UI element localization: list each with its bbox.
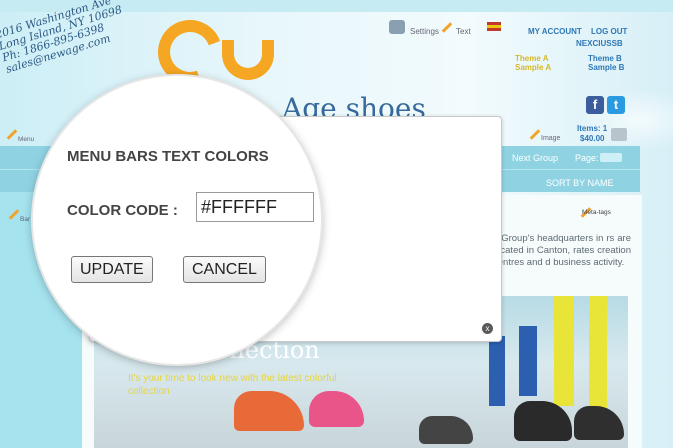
menu-edit-link[interactable]: Menu [18,136,34,143]
meta-tags-link[interactable]: Meta-tags [582,209,611,216]
page-input[interactable] [600,153,622,162]
next-group-link[interactable]: Next Group [512,153,558,163]
text-link[interactable]: Text [456,27,471,36]
settings-link[interactable]: Settings [410,27,439,36]
theme-a-sample[interactable]: Sample A [515,63,551,72]
banner-tagline: It's your time to look new with the late… [128,373,337,397]
image-link[interactable]: Image [541,135,560,142]
color-code-input[interactable] [196,192,314,222]
dialog-title: MENU BARS TEXT COLORS [67,148,269,165]
banner-figure [589,296,607,416]
theme-a-link[interactable]: Theme A [515,54,549,63]
theme-b-link[interactable]: Theme B [588,54,622,63]
flag-icon[interactable] [487,22,501,31]
color-code-label: COLOR CODE : [67,202,178,219]
banner-shoe [419,416,473,444]
theme-b-sample[interactable]: Sample B [588,63,624,72]
banner-shoe [574,406,624,440]
twitter-icon[interactable]: t [607,96,625,114]
about-paragraph: e Group's headquarters in rs are located… [493,233,631,268]
sort-by-control[interactable]: SORT BY NAME [546,178,614,188]
magnifier-lens: MENU BARS TEXT COLORS COLOR CODE : UPDAT… [33,76,321,364]
banner-shoe [514,401,572,441]
facebook-icon[interactable]: f [586,96,604,114]
log-out-link[interactable]: LOG OUT [591,27,627,36]
close-icon[interactable]: x [482,323,493,334]
cart-icon[interactable] [611,128,627,141]
username: NEXCIUSSB [576,39,623,48]
banner-figure [554,296,574,406]
cart-items-count: Items: 1 [577,124,608,133]
cancel-button[interactable]: CANCEL [183,256,266,283]
my-account-link[interactable]: MY ACCOUNT [528,27,582,36]
banner-figure [489,336,505,406]
update-button[interactable]: UPDATE [71,256,153,283]
cart-total: $40.00 [580,134,605,143]
search-icon[interactable] [389,20,405,34]
page-label: Page: [575,153,599,163]
banner-figure [519,326,537,396]
